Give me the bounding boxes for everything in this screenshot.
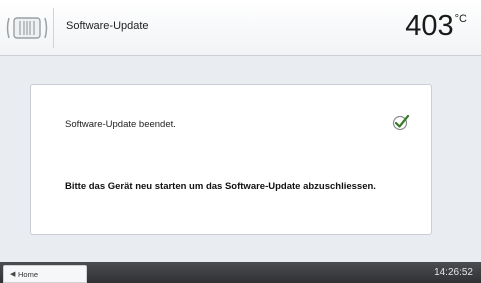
triangle-left-icon: ◀ (10, 271, 16, 278)
temperature-display: 403°C (405, 10, 467, 43)
clock: 14:26:52 (434, 267, 473, 278)
temperature-unit: °C (454, 13, 467, 25)
furnace-chamber-icon (6, 17, 48, 39)
status-message: Software-Update beendet. (65, 119, 176, 130)
restart-instruction: Bitte das Gerät neu starten um das Softw… (65, 181, 376, 192)
title-bar: Software-Update 403°C (0, 0, 481, 56)
page-title: Software-Update (66, 20, 149, 32)
footer-bar: ◀ Home 14:26:52 (0, 262, 481, 283)
header-divider (53, 8, 54, 48)
message-dialog: Software-Update beendet. Bitte das Gerät… (30, 84, 432, 235)
checkmark-icon (392, 114, 410, 131)
home-label: Home (18, 270, 39, 279)
temperature-value: 403 (405, 10, 454, 42)
home-button[interactable]: ◀ Home (3, 265, 87, 283)
